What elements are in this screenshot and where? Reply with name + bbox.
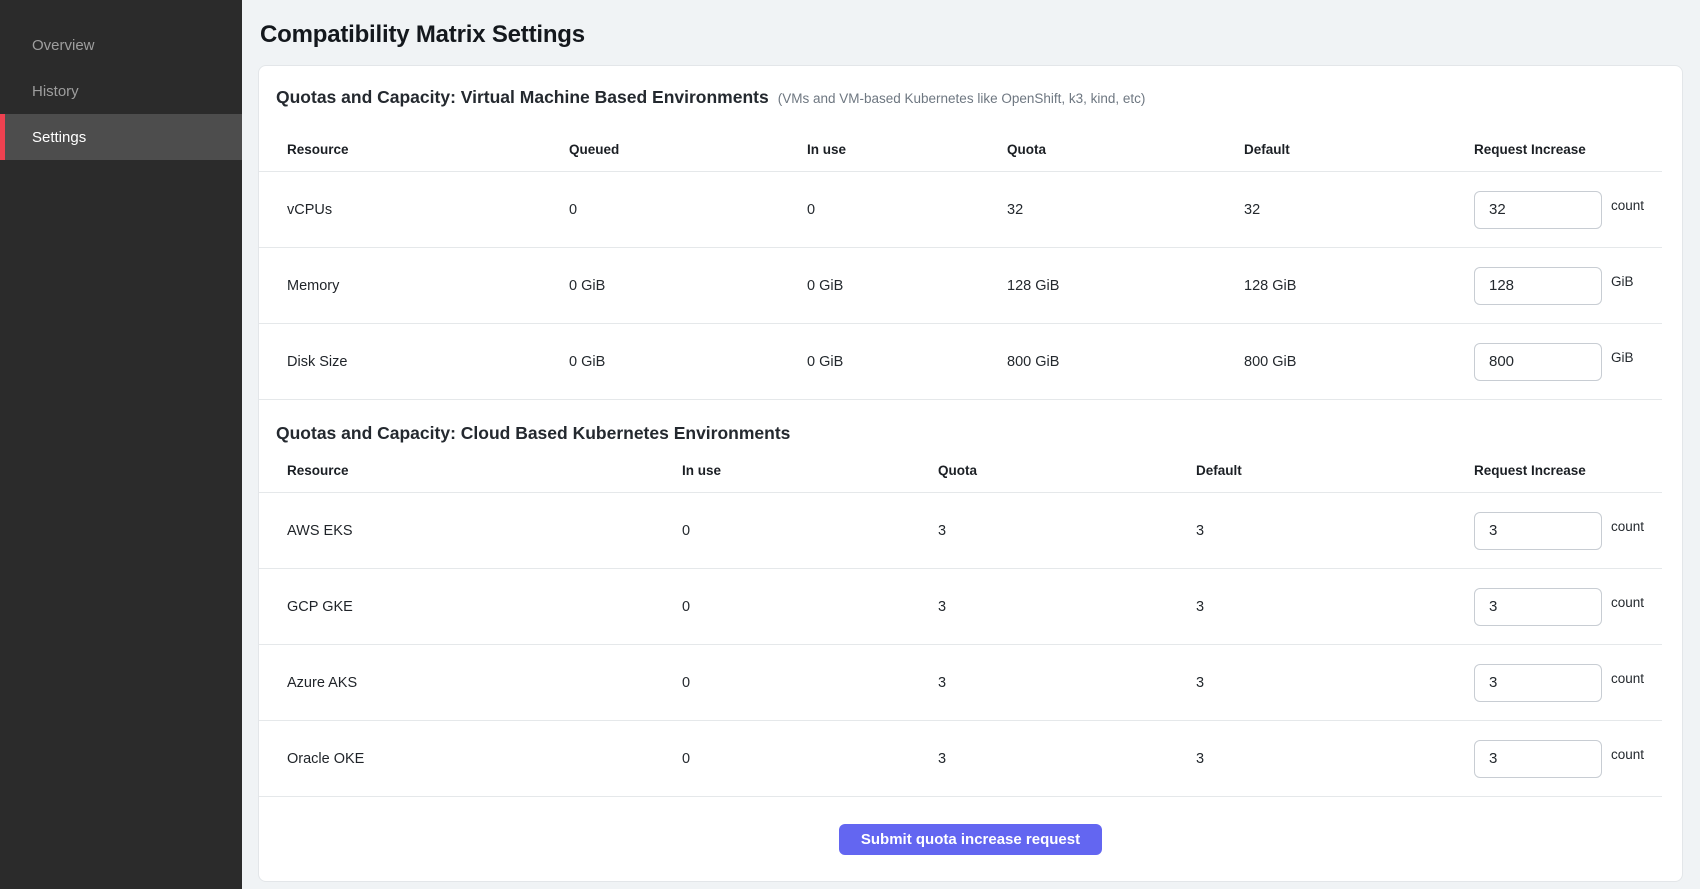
unit-label: count [1611, 198, 1644, 213]
quota-section-1: Quotas and Capacity: Cloud Based Kuberne… [259, 422, 1682, 797]
main-content: Compatibility Matrix Settings Quotas and… [242, 0, 1700, 889]
sidebar-item-label: Overview [32, 37, 95, 54]
resource-name: AWS EKS [259, 523, 682, 539]
cell-in_use: 0 [682, 675, 938, 691]
request-increase-cell: count [1474, 664, 1662, 702]
cell-default: 3 [1196, 675, 1474, 691]
cell-quota: 3 [938, 675, 1196, 691]
submit-quota-increase-button[interactable]: Submit quota increase request [839, 824, 1102, 855]
sidebar-item-label: Settings [32, 129, 86, 146]
request-increase-cell: count [1474, 191, 1662, 229]
request-increase-cell: count [1474, 512, 1662, 550]
request-increase-cell: count [1474, 740, 1662, 778]
quota-table: ResourceQueuedIn useQuotaDefaultRequest … [259, 139, 1662, 400]
cell-quota: 800 GiB [1007, 354, 1244, 370]
column-header-request-increase: Request Increase [1474, 139, 1662, 161]
column-header-request-increase: Request Increase [1474, 460, 1662, 482]
cell-default: 128 GiB [1244, 278, 1474, 294]
cell-quota: 3 [938, 523, 1196, 539]
app-root: Overview History Settings Compatibility Ma… [0, 0, 1700, 889]
unit-label: GiB [1611, 274, 1634, 289]
cell-quota: 3 [938, 751, 1196, 767]
section-heading: Quotas and Capacity: Cloud Based Kuberne… [259, 422, 1682, 444]
column-header-in-use: In use [682, 460, 938, 482]
cell-queued: 0 GiB [569, 278, 807, 294]
sidebar-item-settings[interactable]: Settings [0, 114, 242, 160]
resource-name: Oracle OKE [259, 751, 682, 767]
quota-sections: Quotas and Capacity: Virtual Machine Bas… [259, 86, 1682, 797]
request-increase-input-vcpus[interactable] [1474, 191, 1602, 229]
request-increase-input-memory[interactable] [1474, 267, 1602, 305]
resource-name: GCP GKE [259, 599, 682, 615]
cell-in_use: 0 [807, 202, 1007, 218]
cell-default: 3 [1196, 599, 1474, 615]
sidebar-item-overview[interactable]: Overview [0, 22, 242, 68]
cell-in_use: 0 [682, 523, 938, 539]
settings-card: Quotas and Capacity: Virtual Machine Bas… [258, 65, 1683, 882]
resource-name: vCPUs [259, 202, 569, 218]
request-increase-input-disk-size[interactable] [1474, 343, 1602, 381]
table-header-row: ResourceIn useQuotaDefaultRequest Increa… [259, 460, 1662, 493]
unit-label: count [1611, 595, 1644, 610]
section-subtitle: (VMs and VM-based Kubernetes like OpenSh… [778, 88, 1146, 110]
table-row: Disk Size0 GiB0 GiB800 GiB800 GiBGiB [259, 324, 1662, 400]
table-row: vCPUs003232count [259, 172, 1662, 248]
unit-label: count [1611, 519, 1644, 534]
resource-name: Disk Size [259, 354, 569, 370]
cell-queued: 0 [569, 202, 807, 218]
sidebar-nav: Overview History Settings [0, 22, 242, 160]
cell-quota: 32 [1007, 202, 1244, 218]
quota-table: ResourceIn useQuotaDefaultRequest Increa… [259, 460, 1662, 797]
quota-section-0: Quotas and Capacity: Virtual Machine Bas… [259, 86, 1682, 400]
unit-label: GiB [1611, 350, 1634, 365]
request-increase-cell: GiB [1474, 267, 1662, 305]
request-increase-input-azure-aks[interactable] [1474, 664, 1602, 702]
resource-name: Azure AKS [259, 675, 682, 691]
cell-in_use: 0 GiB [807, 354, 1007, 370]
cell-default: 800 GiB [1244, 354, 1474, 370]
table-row: GCP GKE033count [259, 569, 1662, 645]
table-row: Azure AKS033count [259, 645, 1662, 721]
section-heading: Quotas and Capacity: Virtual Machine Bas… [259, 86, 1682, 110]
cell-queued: 0 GiB [569, 354, 807, 370]
unit-label: count [1611, 671, 1644, 686]
table-row: Oracle OKE033count [259, 721, 1662, 797]
column-header-resource: Resource [259, 139, 569, 161]
section-title: Quotas and Capacity: Cloud Based Kuberne… [276, 422, 790, 444]
request-increase-input-oracle-oke[interactable] [1474, 740, 1602, 778]
cell-default: 3 [1196, 523, 1474, 539]
column-header-queued: Queued [569, 139, 807, 161]
table-row: AWS EKS033count [259, 493, 1662, 569]
column-header-quota: Quota [938, 460, 1196, 482]
submit-button-row: Submit quota increase request [259, 824, 1682, 855]
column-header-resource: Resource [259, 460, 682, 482]
cell-in_use: 0 GiB [807, 278, 1007, 294]
table-row: Memory0 GiB0 GiB128 GiB128 GiBGiB [259, 248, 1662, 324]
request-increase-cell: count [1474, 588, 1662, 626]
sidebar: Overview History Settings [0, 0, 242, 889]
unit-label: count [1611, 747, 1644, 762]
column-header-quota: Quota [1007, 139, 1244, 161]
sidebar-item-label: History [32, 83, 79, 100]
column-header-default: Default [1244, 139, 1474, 161]
request-increase-cell: GiB [1474, 343, 1662, 381]
column-header-default: Default [1196, 460, 1474, 482]
request-increase-input-aws-eks[interactable] [1474, 512, 1602, 550]
resource-name: Memory [259, 278, 569, 294]
cell-default: 32 [1244, 202, 1474, 218]
page-title: Compatibility Matrix Settings [260, 20, 1683, 50]
cell-in_use: 0 [682, 751, 938, 767]
section-title: Quotas and Capacity: Virtual Machine Bas… [276, 86, 769, 108]
cell-in_use: 0 [682, 599, 938, 615]
cell-default: 3 [1196, 751, 1474, 767]
sidebar-item-history[interactable]: History [0, 68, 242, 114]
column-header-in-use: In use [807, 139, 1007, 161]
request-increase-input-gcp-gke[interactable] [1474, 588, 1602, 626]
cell-quota: 128 GiB [1007, 278, 1244, 294]
cell-quota: 3 [938, 599, 1196, 615]
table-header-row: ResourceQueuedIn useQuotaDefaultRequest … [259, 139, 1662, 172]
